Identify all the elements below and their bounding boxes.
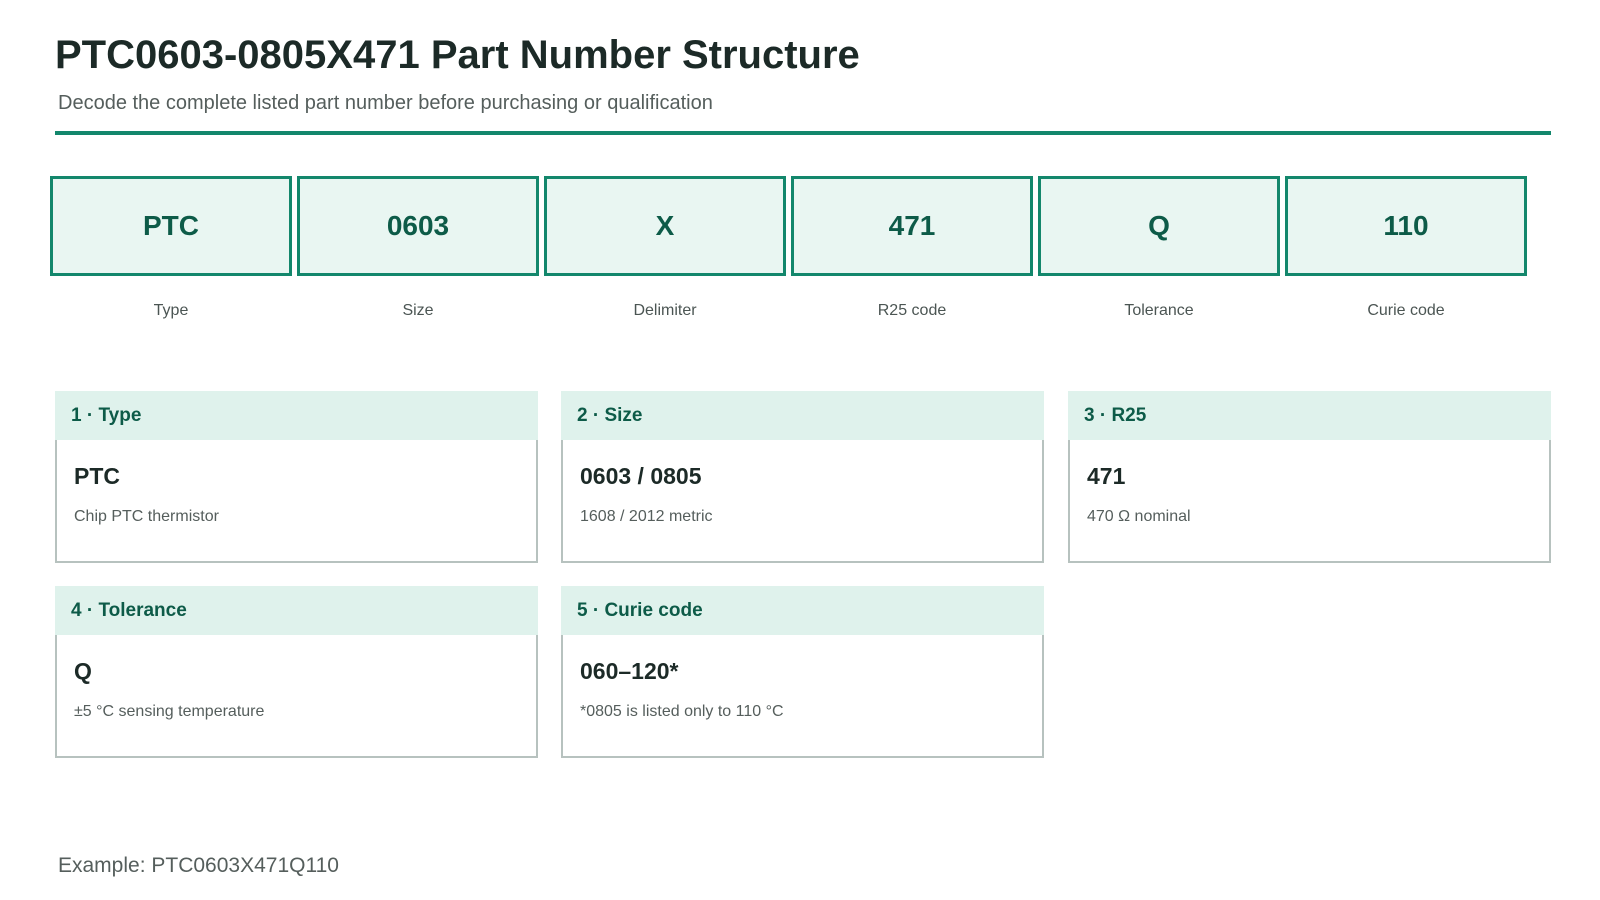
page-title: PTC0603-0805X471 Part Number Structure (55, 33, 860, 77)
segment-code-box: Q (1038, 176, 1280, 276)
segment-code-box: PTC (50, 176, 292, 276)
card-value: 0603 / 0805 (580, 463, 702, 489)
card-heading: 5 · Curie code (561, 586, 1044, 635)
card-type: 1 · Type PTC Chip PTC thermistor (55, 391, 538, 563)
card-size: 2 · Size 0603 / 0805 1608 / 2012 metric (561, 391, 1044, 563)
card-description: 470 Ω nominal (1087, 508, 1191, 525)
segment-r25-code: 471 R25 code (791, 176, 1033, 320)
card-description: Chip PTC thermistor (74, 508, 219, 525)
segment-label: Tolerance (1124, 302, 1194, 319)
card-r25: 3 · R25 471 470 Ω nominal (1068, 391, 1551, 563)
card-description: ±5 °C sensing temperature (74, 703, 265, 720)
page-subtitle: Decode the complete listed part number b… (58, 92, 713, 114)
segment-label: R25 code (877, 302, 947, 319)
card-heading: 4 · Tolerance (55, 586, 538, 635)
segment-label: Type (153, 302, 189, 319)
card-tolerance: 4 · Tolerance Q ±5 °C sensing temperatur… (55, 586, 538, 758)
page: PTC0603-0805X471 Part Number Structure D… (0, 0, 1600, 900)
card-description: *0805 is listed only to 110 °C (580, 703, 784, 720)
card-heading: 3 · R25 (1068, 391, 1551, 440)
card-value: PTC (74, 463, 120, 489)
card-description: 1608 / 2012 metric (580, 508, 713, 525)
card-value: 471 (1087, 463, 1126, 489)
segment-label: Size (402, 302, 434, 319)
segment-code-box: 110 (1285, 176, 1527, 276)
segment-label: Curie code (1367, 302, 1445, 319)
card-curie-code: 5 · Curie code 060–120* *0805 is listed … (561, 586, 1044, 758)
card-value: Q (74, 658, 92, 684)
card-value: 060–120* (580, 658, 679, 684)
segment-label: Delimiter (633, 302, 697, 319)
segment-code-box: 471 (791, 176, 1033, 276)
segment-code-box: 0603 (297, 176, 539, 276)
segment-code-box: X (544, 176, 786, 276)
segment-tolerance: Q Tolerance (1038, 176, 1280, 320)
example-part-number: Example: PTC0603X471Q110 (58, 854, 339, 877)
title-divider (55, 131, 1551, 135)
card-heading: 1 · Type (55, 391, 538, 440)
segment-curie-code: 110 Curie code (1285, 176, 1527, 320)
segment-size: 0603 Size (297, 176, 539, 320)
card-heading: 2 · Size (561, 391, 1044, 440)
segment-delimiter: X Delimiter (544, 176, 786, 320)
segment-type: PTC Type (50, 176, 292, 320)
